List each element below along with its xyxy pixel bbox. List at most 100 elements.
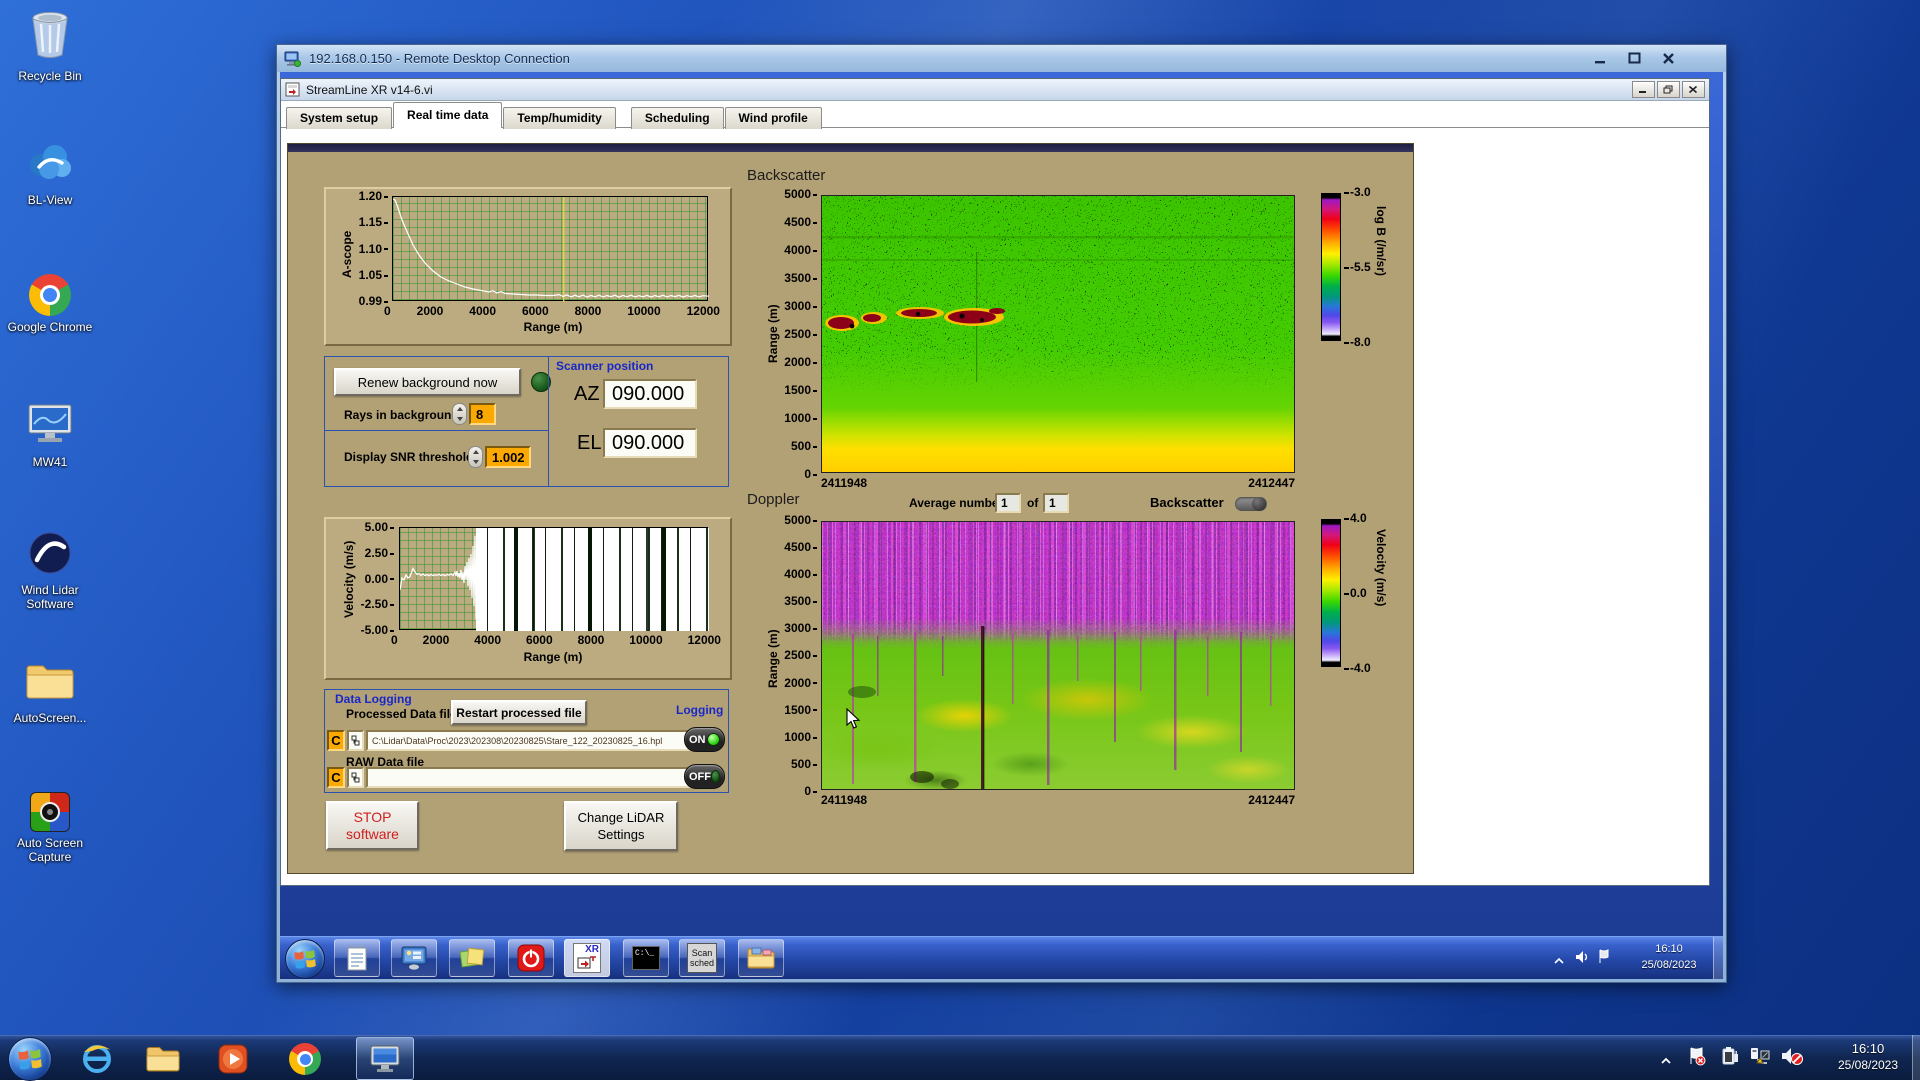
remote-tray-flag-icon[interactable] xyxy=(1598,949,1610,969)
tab-strip: System setupReal time dataTemp/humidity S… xyxy=(281,101,1709,128)
mw41-monitor-icon xyxy=(26,402,74,451)
remote-display-settings-icon[interactable] xyxy=(391,939,437,977)
tab-system-setup[interactable]: System setup xyxy=(286,107,392,129)
taskbar-rdp-active-button[interactable] xyxy=(356,1037,414,1080)
raw-logging-toggle[interactable]: OFF xyxy=(684,764,725,789)
processed-path-field[interactable]: C:\Lidar\Data\Proc\2023\202308\20230825\… xyxy=(366,730,693,751)
minimize-icon[interactable] xyxy=(1594,52,1610,66)
rays-spinner[interactable] xyxy=(452,403,467,425)
average-number-field[interactable]: 1 xyxy=(995,493,1021,513)
renew-background-button[interactable]: Renew background now xyxy=(334,368,521,396)
desktop-icon-chrome[interactable]: Google Chrome xyxy=(2,274,98,334)
host-clock[interactable]: 16:10 25/08/2023 xyxy=(1822,1040,1914,1074)
tab-temp-humidity[interactable]: Temp/humidity xyxy=(503,107,615,129)
desktop-icon-autoscreen-folder[interactable]: AutoScreen... xyxy=(2,660,98,725)
restart-processed-file-button[interactable]: Restart processed file xyxy=(451,700,587,725)
average-total-field[interactable]: 1 xyxy=(1043,493,1069,513)
processed-drive-box[interactable]: C xyxy=(327,730,345,751)
remote-streamline-xr-icon[interactable]: XR xyxy=(564,939,610,977)
chrome-icon xyxy=(29,274,71,316)
remote-tray-expand-icon[interactable] xyxy=(1554,953,1564,971)
remote-show-desktop-button[interactable] xyxy=(1713,937,1723,979)
rdp-window-title: 192.168.0.150 - Remote Desktop Connectio… xyxy=(309,51,570,66)
auto-screen-capture-icon xyxy=(30,792,70,832)
taskbar-ie-icon[interactable] xyxy=(78,1041,116,1077)
tab-wind-profile[interactable]: Wind profile xyxy=(725,107,822,129)
tray-battery-icon[interactable] xyxy=(1719,1046,1739,1071)
remote-power-stop-icon[interactable] xyxy=(508,939,554,977)
processed-path-browse-icon[interactable] xyxy=(347,730,364,751)
tab-real-time-data[interactable]: Real time data xyxy=(393,102,502,128)
snr-value-field[interactable]: 1.002 xyxy=(485,446,531,468)
taskbar-explorer-icon[interactable] xyxy=(144,1041,182,1077)
desktop-icon-label: MW41 xyxy=(33,455,68,469)
raw-drive-box[interactable]: C xyxy=(327,767,345,788)
desktop-icon-auto-screen-capture[interactable]: Auto Screen Capture xyxy=(2,792,98,864)
remote-taskbar: XR C:\_ Scan sched xyxy=(280,936,1723,979)
streamline-app-window: StreamLine XR v14-6.vi System setupReal … xyxy=(280,78,1710,886)
taskbar-media-player-icon[interactable] xyxy=(214,1041,252,1077)
processed-logging-toggle[interactable]: ON xyxy=(684,727,725,752)
maximize-icon[interactable] xyxy=(1628,52,1644,66)
doppler-y-ticks: 5000450040003500300025002000150010005000 xyxy=(775,513,817,798)
app-close-icon[interactable] xyxy=(1682,81,1705,98)
backscatter-title: Backscatter xyxy=(747,167,825,184)
change-lidar-settings-button[interactable]: Change LiDAR Settings xyxy=(564,801,678,851)
backscatter-toggle-label: Backscatter xyxy=(1150,495,1224,510)
show-desktop-button[interactable] xyxy=(1912,1035,1920,1080)
doppler-colorbar xyxy=(1321,519,1341,667)
of-label: of xyxy=(1027,496,1038,510)
remote-folder-icon[interactable] xyxy=(738,939,784,977)
controls-divider xyxy=(325,430,548,431)
doppler-heatmap xyxy=(821,521,1295,790)
desktop-icon-wind-lidar[interactable]: Wind Lidar Software xyxy=(2,532,98,611)
backscatter-toggle-slider[interactable] xyxy=(1235,497,1267,511)
remote-notepad-icon[interactable] xyxy=(334,939,380,977)
desktop-icon-label: BL-View xyxy=(28,193,72,207)
rdp-titlebar[interactable]: 192.168.0.150 - Remote Desktop Connectio… xyxy=(277,45,1726,72)
tray-expand-icon[interactable] xyxy=(1660,1053,1672,1071)
close-icon[interactable] xyxy=(1662,52,1678,66)
desktop-icon-mw41[interactable]: MW41 xyxy=(2,402,98,469)
desktop-icon-bl-view[interactable]: BL-View xyxy=(2,140,98,207)
desktop-icon-recycle-bin[interactable]: Recycle Bin xyxy=(2,10,98,83)
remote-clock[interactable]: 16:10 25/08/2023 xyxy=(1625,941,1713,973)
remote-start-button[interactable] xyxy=(285,939,325,979)
app-minimize-icon[interactable] xyxy=(1632,81,1655,98)
el-value-field[interactable]: 090.000 xyxy=(603,428,697,458)
tab-scheduling[interactable]: Scheduling xyxy=(631,107,724,129)
rdp-client-area: StreamLine XR v14-6.vi System setupReal … xyxy=(280,72,1723,979)
el-label: EL xyxy=(577,432,601,455)
velocity-y-ticks: 5.002.500.00-2.50-5.00 xyxy=(350,520,394,637)
remote-cmd-icon[interactable]: C:\_ xyxy=(623,939,669,977)
rays-value-field[interactable]: 8 xyxy=(469,403,496,425)
scanner-position-box xyxy=(548,356,729,487)
backscatter-y-ticks: 5000450040003500300025002000150010005000 xyxy=(775,187,817,481)
remote-tray-volume-icon[interactable] xyxy=(1575,950,1590,969)
raw-path-browse-icon[interactable] xyxy=(347,767,364,788)
processed-data-file-label: Processed Data file xyxy=(346,707,457,721)
tray-network-icon[interactable] xyxy=(1749,1046,1771,1071)
desktop-icon-label: Auto Screen Capture xyxy=(7,836,93,864)
snr-spinner[interactable] xyxy=(468,446,483,468)
taskbar-chrome-icon[interactable] xyxy=(286,1041,324,1077)
remote-scan-scheduler-icon[interactable]: Scan sched xyxy=(679,939,725,977)
host-taskbar: 16:10 25/08/2023 xyxy=(0,1035,1920,1080)
backscatter-colorbar xyxy=(1321,193,1341,341)
app-restore-icon[interactable] xyxy=(1657,81,1680,98)
remote-sticky-notes-icon[interactable] xyxy=(449,939,495,977)
stop-software-button[interactable]: STOP software xyxy=(326,801,419,850)
tray-action-center-icon[interactable] xyxy=(1688,1046,1706,1071)
app-titlebar[interactable]: StreamLine XR v14-6.vi xyxy=(281,79,1709,101)
tray-volume-mute-icon[interactable] xyxy=(1780,1046,1804,1071)
raw-path-field[interactable] xyxy=(366,767,693,788)
ascope-x-ticks: 020004000600080001000012000 xyxy=(384,304,720,318)
doppler-colorbar-label: Velocity (m/s) xyxy=(1374,529,1388,679)
wind-lidar-icon xyxy=(29,532,71,579)
start-button[interactable] xyxy=(8,1037,52,1081)
ascope-x-axis-label: Range (m) xyxy=(468,320,638,334)
az-value-field[interactable]: 090.000 xyxy=(603,379,697,409)
bl-view-icon xyxy=(26,140,74,189)
rays-in-background-label: Rays in background xyxy=(344,408,459,422)
folder-icon xyxy=(24,660,76,707)
